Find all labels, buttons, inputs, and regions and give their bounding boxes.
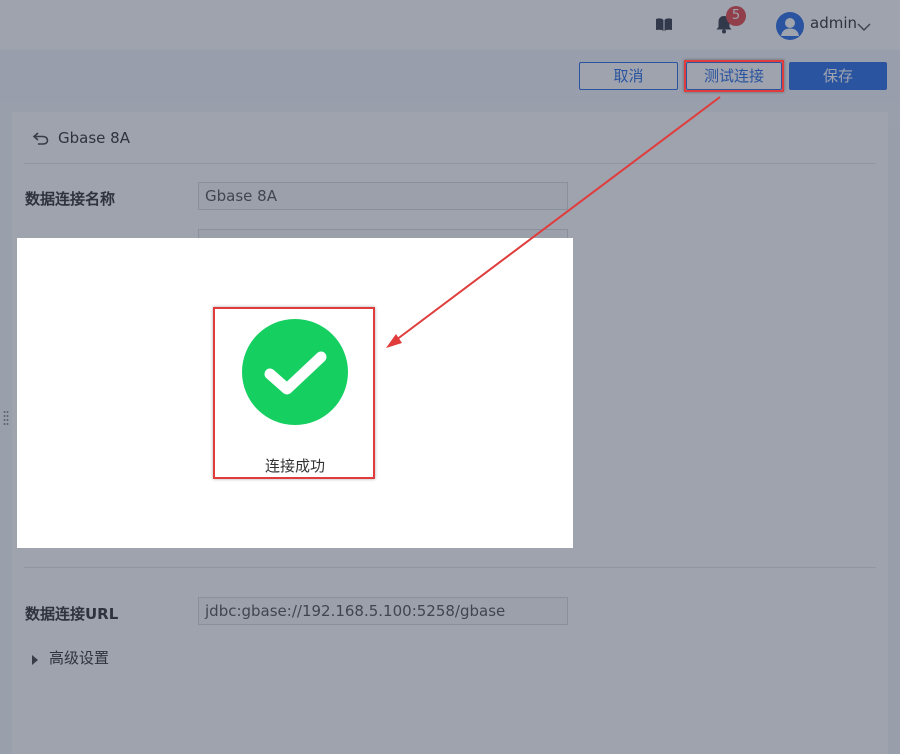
annotation-arrow <box>386 96 721 348</box>
